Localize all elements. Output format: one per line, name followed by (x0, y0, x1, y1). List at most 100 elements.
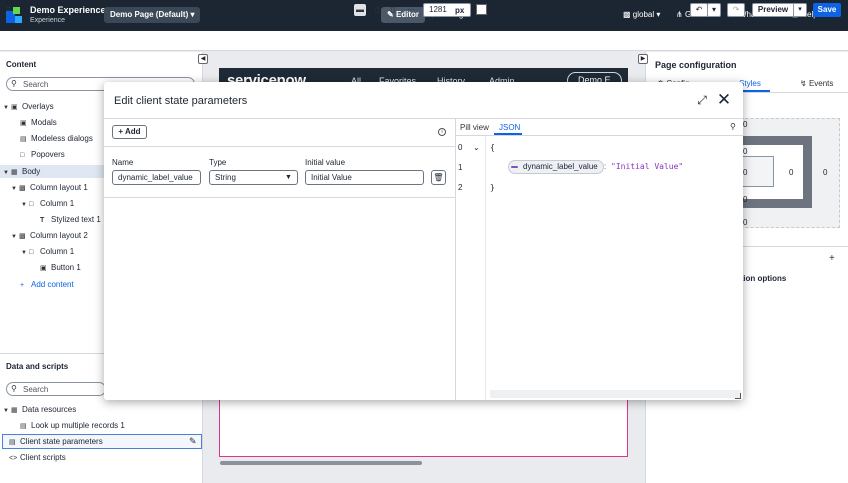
page-configuration-title: Page configuration (655, 60, 737, 70)
scope-label: global (632, 10, 655, 19)
content-title: Content (6, 60, 37, 69)
tree-label: Look up multiple records 1 (31, 421, 125, 430)
expand-icon[interactable]: ⤢ (695, 93, 709, 107)
box-value-margin-top[interactable]: 0 (743, 147, 747, 156)
tree-label: Modeless dialogs (31, 134, 93, 143)
page-select-label: Demo Page (Default) (110, 10, 189, 19)
mobile-icon[interactable]: ▯ (387, 4, 399, 16)
initial-value-field[interactable]: Initial Value (305, 170, 424, 185)
collapse-right-panel-icon[interactable]: ▶ (638, 54, 648, 64)
plus-icon[interactable]: + (829, 253, 835, 264)
tree-item-overlays[interactable]: ▼ ▣ Overlays (3, 102, 54, 111)
resize-handle-icon[interactable] (735, 393, 741, 399)
tree-label: Column layout 2 (30, 231, 88, 240)
save-button[interactable]: Save (813, 3, 841, 17)
tree-item-modals[interactable]: ▣ Modals (20, 118, 57, 127)
json-horizontal-scrollbar[interactable] (490, 390, 741, 398)
fit-label: Fit (488, 5, 497, 14)
tree-item-client-scripts[interactable]: <> Client scripts (9, 453, 66, 462)
divider (456, 135, 743, 136)
collapse-left-panel-icon[interactable]: ◀ (198, 54, 208, 64)
preview-options-chevron-icon[interactable]: ▾ (793, 3, 807, 17)
json-key-pill[interactable]: dynamic_label_value (508, 160, 604, 174)
trash-icon[interactable]: 🗑 (431, 170, 446, 185)
tree-label: Stylized text 1 (51, 215, 101, 224)
body-icon: ▦ (11, 169, 18, 176)
column-icon: □ (29, 201, 34, 208)
canvas-horizontal-scrollbar[interactable] (220, 461, 422, 465)
tree-label: Body (22, 167, 41, 176)
tree-item-button-1[interactable]: ▣ Button 1 (40, 263, 81, 272)
json-gutter (456, 136, 486, 400)
pencil-icon[interactable]: ✎ (189, 436, 197, 447)
initial-value-column-label: Initial value (305, 158, 346, 167)
tab-json[interactable]: JSON (499, 123, 520, 132)
tree-label: Column layout 1 (30, 183, 88, 192)
tree-label: Popovers (31, 150, 65, 159)
database-icon: ▦ (11, 407, 18, 414)
client-state-parameters-row[interactable]: ▤ Client state parameters (9, 437, 103, 446)
column-layout-icon: ▩ (19, 233, 26, 240)
tree-label: Data resources (22, 405, 77, 414)
code-icon: <> (9, 455, 18, 462)
tree-item-column-layout-1[interactable]: ▼ ▩ Column layout 1 (11, 183, 88, 192)
tree-item-column-1b[interactable]: ▼ □ Column 1 (21, 247, 74, 256)
text-icon: T (40, 217, 45, 224)
fit-checkbox[interactable] (476, 4, 487, 15)
info-icon[interactable]: i (438, 128, 446, 136)
tree-item-column-1[interactable]: ▼ □ Column 1 (21, 199, 74, 208)
caret-down-icon: ▼ (11, 186, 17, 192)
page-select[interactable]: Demo Page (Default) ▾ (104, 7, 201, 23)
tree-item-body[interactable]: ▼ ▦ Body (3, 167, 40, 176)
close-icon[interactable]: ✕ (716, 91, 732, 108)
box-value-bottom[interactable]: 0 (743, 195, 747, 204)
width-unit-label: px (455, 6, 465, 15)
tree-item-stylized-text-1[interactable]: T Stylized text 1 (40, 215, 101, 224)
json-open-brace: { (490, 143, 495, 152)
tree-item-data-resources[interactable]: ▼ ▦ Data resources (3, 405, 76, 414)
caret-down-icon: ▼ (11, 234, 17, 240)
tree-item-modeless-dialogs[interactable]: ▤ Modeless dialogs (20, 134, 93, 143)
plus-icon: + (20, 282, 25, 289)
tab-events[interactable]: ↯ Events (800, 79, 833, 88)
add-parameter-button[interactable]: + Add (112, 125, 147, 139)
tree-label: Client scripts (20, 453, 66, 462)
data-scripts-title: Data and scripts (6, 362, 69, 371)
column-icon: □ (29, 249, 34, 256)
chevron-down-icon: ▾ (190, 10, 195, 19)
tree-item-look-up-records[interactable]: ▤ Look up multiple records 1 (20, 421, 125, 430)
tablet-icon[interactable]: ▯ (371, 4, 383, 16)
add-label: Add (125, 127, 141, 136)
box-value-outer-right[interactable]: 0 (823, 168, 827, 177)
type-column-label: Type (209, 158, 227, 167)
search-icon: ⚲ (11, 384, 17, 393)
tree-label: Column 1 (40, 199, 75, 208)
preview-button[interactable]: Preview (752, 3, 794, 17)
box-value-outer-bottom[interactable]: 0 (743, 218, 747, 227)
parameter-name-field[interactable]: dynamic_label_value (112, 170, 201, 185)
more-icon[interactable]: ⋯ (405, 4, 417, 16)
desktop-icon[interactable]: ▬ (354, 4, 366, 16)
box-value-right[interactable]: 0 (789, 168, 793, 177)
fold-chevron-icon[interactable]: ⌄ (473, 143, 480, 152)
undo-history-chevron-icon[interactable]: ▾ (707, 3, 721, 17)
tree-label: Button 1 (51, 263, 81, 272)
box-value-left[interactable]: 0 (743, 168, 747, 177)
json-value: "Initial Value" (611, 162, 684, 171)
lock-icon: ▩ (623, 10, 631, 19)
add-content-link[interactable]: + Add content (20, 280, 74, 289)
box-value-top[interactable]: 0 (743, 120, 747, 129)
tree-item-popovers[interactable]: □ Popovers (20, 150, 65, 159)
tree-item-column-layout-2[interactable]: ▼ ▩ Column layout 2 (11, 231, 88, 240)
modal-icon: ▣ (20, 120, 27, 127)
tree-label: Column 1 (40, 247, 75, 256)
tab-pill-view[interactable]: Pill view (460, 123, 489, 132)
tree-label: Overlays (22, 102, 54, 111)
scope-select-global[interactable]: ▩ global ▾ (623, 7, 660, 23)
data-search-input[interactable]: ⚲ Search (6, 382, 106, 396)
search-icon[interactable]: ⚲ (730, 122, 736, 131)
undo-icon[interactable]: ↶ (690, 3, 708, 17)
caret-down-icon: ▼ (21, 250, 27, 256)
redo-icon[interactable]: ↷ (727, 3, 745, 17)
menu-icon[interactable]: ≡ (6, 4, 11, 14)
